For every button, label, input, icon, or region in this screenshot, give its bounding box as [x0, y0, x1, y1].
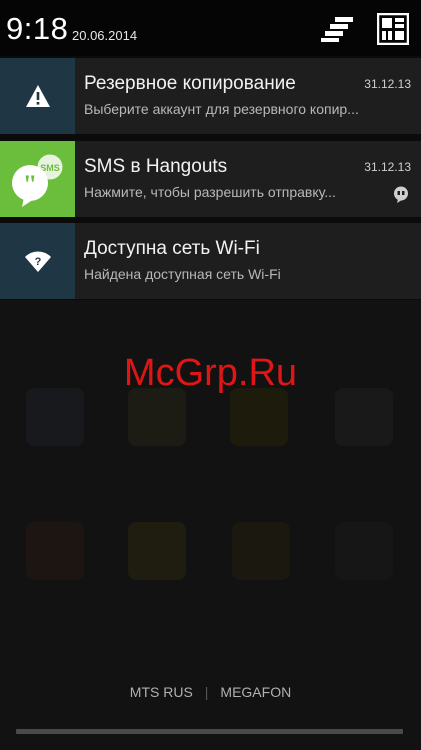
app-icon-placeholder — [230, 388, 288, 446]
notification-hangouts-sms[interactable]: SMS " SMS в Hangouts Нажмите, чтобы разр… — [0, 141, 421, 217]
notification-title: SMS в Hangouts — [84, 156, 228, 177]
app-icon-placeholder — [26, 388, 84, 446]
quick-settings-button[interactable] — [320, 12, 356, 46]
app-icon-placeholder — [232, 522, 290, 580]
notification-icon-box: SMS " — [0, 141, 75, 217]
notification-text: Найдена доступная сеть Wi-Fi — [84, 266, 281, 282]
notification-title: Резервное копирование — [84, 73, 296, 94]
hangouts-icon: SMS " — [11, 153, 63, 207]
carrier-sim1: MTS RUS — [129, 684, 193, 700]
notification-backup[interactable]: Резервное копирование Выберите аккаунт д… — [0, 58, 421, 134]
carrier-label: MTS RUS | MEGAFON — [0, 684, 421, 700]
notification-time: 31.12.13 — [364, 77, 411, 91]
hangouts-small-icon — [394, 186, 408, 203]
notification-text: Выберите аккаунт для резервного копир... — [84, 101, 359, 117]
svg-text:": " — [22, 170, 36, 199]
clock: 9:18 — [6, 11, 69, 46]
quick-settings-icon — [321, 17, 353, 42]
app-icon-placeholder — [128, 522, 186, 580]
wifi-question-icon: ? — [24, 251, 51, 272]
carrier-sim2: MEGAFON — [220, 684, 292, 700]
notification-shade-handle[interactable] — [16, 729, 403, 734]
app-icon-placeholder — [335, 522, 393, 580]
watermark: McGrp.Ru — [123, 352, 298, 394]
warning-icon — [25, 85, 50, 107]
app-icon-placeholder — [26, 522, 84, 580]
user-grid-icon — [377, 13, 409, 45]
date: 20.06.2014 — [72, 28, 138, 43]
notification-header: 9:18 20.06.2014 — [0, 0, 421, 56]
app-icon-placeholder — [128, 388, 186, 446]
app-icon-placeholder — [335, 388, 393, 446]
user-profile-button[interactable] — [375, 12, 411, 46]
notification-text: Нажмите, чтобы разрешить отправку... — [84, 184, 336, 200]
svg-text:?: ? — [34, 256, 41, 268]
notification-time: 31.12.13 — [364, 160, 411, 174]
notification-wifi-available[interactable]: ? Доступна сеть Wi-Fi Найдена доступная … — [0, 223, 421, 299]
notification-title: Доступна сеть Wi-Fi — [84, 238, 260, 259]
notification-icon-box — [0, 58, 75, 134]
carrier-separator: | — [204, 684, 209, 700]
notification-icon-box: ? — [0, 223, 75, 299]
